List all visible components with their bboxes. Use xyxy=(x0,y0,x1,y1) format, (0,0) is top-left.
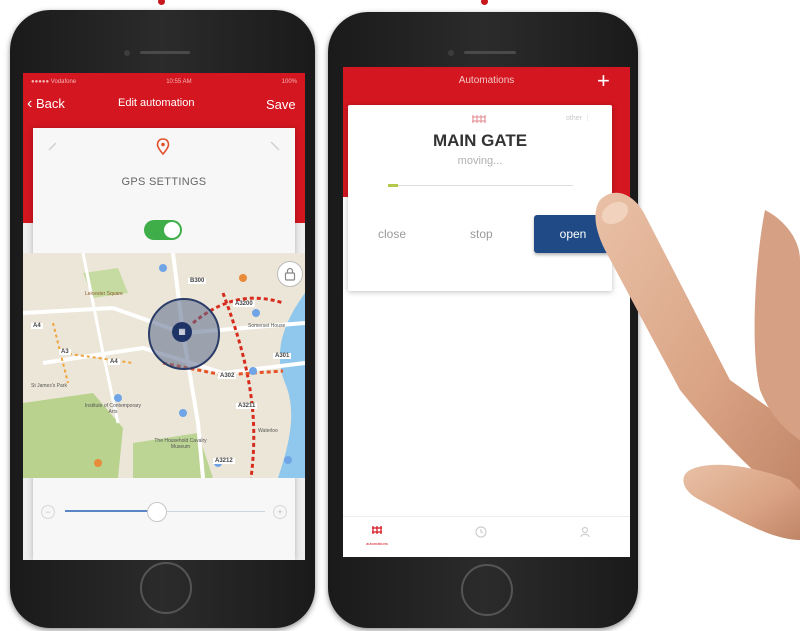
road-label: A4 xyxy=(31,323,43,329)
red-dot-left xyxy=(158,0,165,5)
front-camera xyxy=(124,50,130,56)
gps-settings-card: GPS SETTINGS A4 A4 A3 A302 A3211 A3212 B… xyxy=(23,128,305,560)
road-label: A3212 xyxy=(213,458,235,464)
place-label: The Household Cavalry Museum xyxy=(154,438,207,450)
stop-button[interactable]: stop xyxy=(470,227,493,241)
place-label: St James's Park xyxy=(31,383,67,389)
gate-icon xyxy=(472,115,486,123)
earpiece xyxy=(464,51,516,54)
road-label: B300 xyxy=(188,278,207,284)
clock-icon xyxy=(475,526,487,538)
slider-thumb[interactable] xyxy=(147,502,167,522)
slider-fill xyxy=(65,510,155,512)
gps-toggle[interactable] xyxy=(144,220,182,240)
back-button[interactable]: ‹ Back xyxy=(27,95,65,113)
earpiece xyxy=(140,51,190,54)
card-title: GPS SETTINGS xyxy=(121,176,207,188)
place-label: Leicester Square xyxy=(85,291,123,297)
red-dot-right xyxy=(481,0,488,5)
gps-map[interactable]: A4 A4 A3 A302 A3211 A3212 B300 A3200 A30… xyxy=(23,253,305,478)
progress-fill xyxy=(388,184,398,187)
toggle-knob xyxy=(164,222,180,238)
road-label: A301 xyxy=(273,353,292,359)
road-label: A4 xyxy=(108,359,120,365)
status-bar: ●●●●● Vodafone 10:55 AM 100% xyxy=(31,77,297,87)
place-label: Institute of Contemporary Arts xyxy=(84,403,142,415)
carrier-text: ●●●●● Vodafone xyxy=(31,79,77,85)
battery-text: 100% xyxy=(281,79,297,85)
chevron-left-icon: ‹ xyxy=(27,95,33,112)
nav-title: Edit automation xyxy=(118,97,195,109)
gate-icon xyxy=(372,526,382,534)
time-text: 10:55 AM xyxy=(166,79,192,85)
more-vertical-icon: ⋮ xyxy=(583,115,591,122)
menu-label: other xyxy=(566,115,582,122)
home-button[interactable] xyxy=(140,562,192,614)
hand-image xyxy=(595,192,800,540)
front-camera xyxy=(448,50,454,56)
gate-marker-icon[interactable]: ▦ xyxy=(172,322,192,342)
place-label: Waterloo xyxy=(258,428,278,434)
tab-schedule[interactable] xyxy=(471,525,491,543)
minus-icon[interactable]: − xyxy=(41,505,55,519)
device-name: MAIN GATE xyxy=(432,131,528,150)
road-label: A302 xyxy=(218,373,237,379)
device-status: moving... xyxy=(457,155,503,167)
tab-label: automations xyxy=(366,541,388,546)
lock-map-button[interactable] xyxy=(277,261,303,287)
road-label: A3200 xyxy=(233,301,255,307)
device-menu-button[interactable]: other ⋮ xyxy=(566,114,591,122)
edit-icon[interactable] xyxy=(47,140,59,152)
road-label: A3 xyxy=(59,349,71,355)
automation-card-main-gate: other ⋮ MAIN GATE moving... close stop o… xyxy=(348,105,612,291)
back-label: Back xyxy=(35,96,65,111)
save-button[interactable]: Save xyxy=(266,97,296,112)
left-phone: ●●●●● Vodafone 10:55 AM 100% ‹ Back Edit… xyxy=(10,10,315,628)
wrench-icon[interactable] xyxy=(269,140,281,152)
left-phone-screen: ●●●●● Vodafone 10:55 AM 100% ‹ Back Edit… xyxy=(23,73,305,560)
location-pin-icon xyxy=(156,138,170,156)
add-automation-button[interactable]: + xyxy=(597,68,610,94)
lock-icon xyxy=(284,267,296,281)
close-button[interactable]: close xyxy=(378,227,406,241)
gate-progress-bar xyxy=(388,184,573,187)
nav-title: Automations xyxy=(458,75,515,86)
place-label: Somerset House xyxy=(248,323,286,329)
home-button[interactable] xyxy=(461,564,513,616)
radius-slider[interactable]: − + xyxy=(33,500,295,524)
plus-icon[interactable]: + xyxy=(273,505,287,519)
tab-automations[interactable]: automations xyxy=(357,523,397,546)
road-label: A3211 xyxy=(236,403,258,409)
